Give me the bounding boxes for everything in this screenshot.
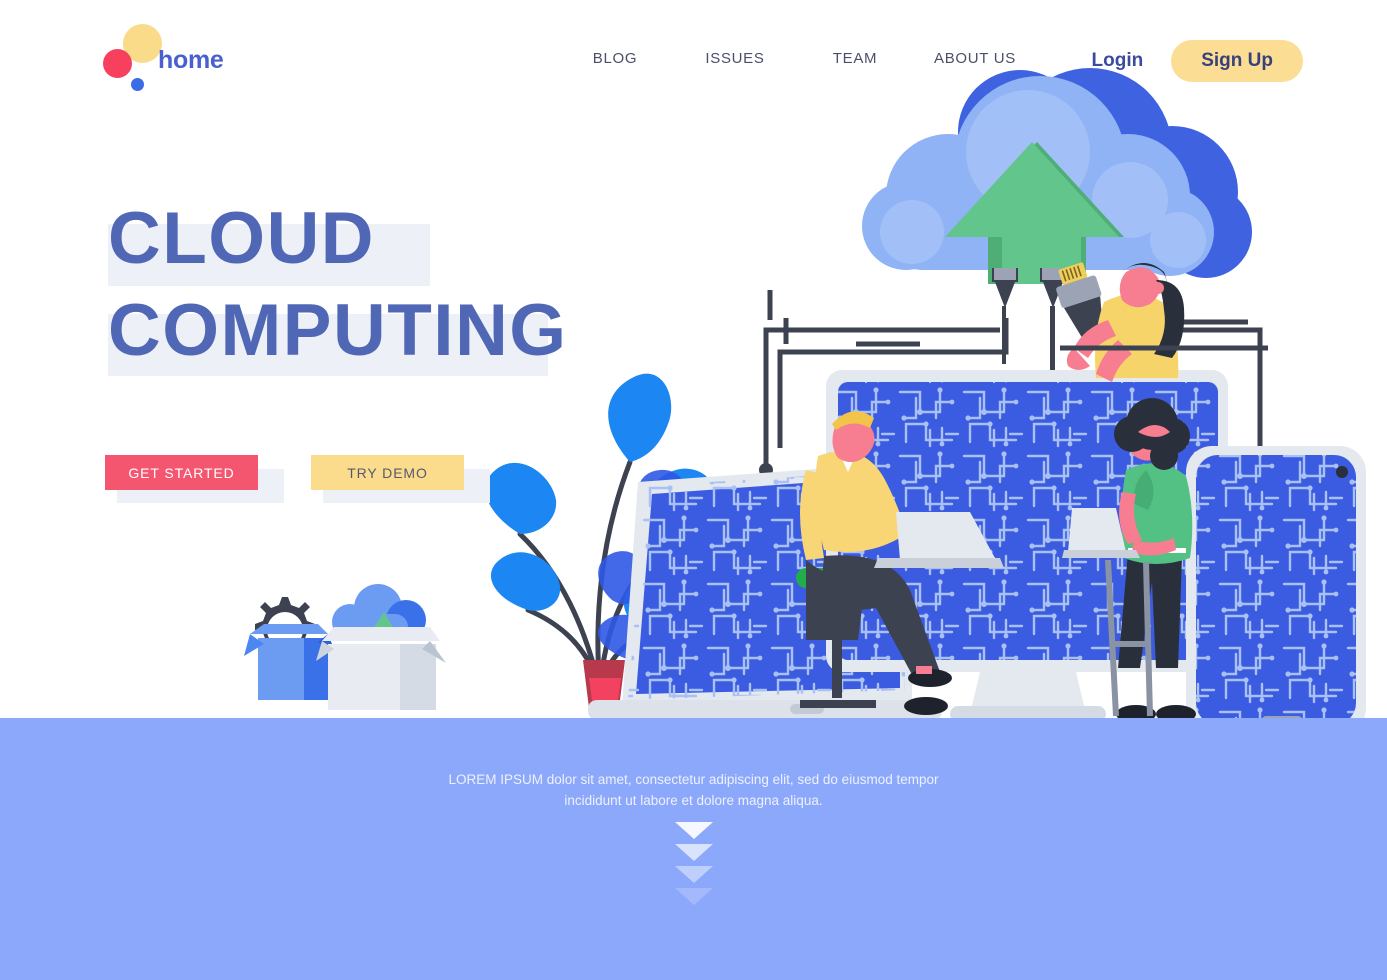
banner-description: LOREM IPSUM dolor sit amet, consectetur …: [448, 772, 939, 808]
nav-item-issues[interactable]: ISSUES: [675, 50, 795, 67]
nav-item-about-us[interactable]: ABOUT US: [915, 50, 1035, 67]
try-demo-button[interactable]: TRY DEMO: [311, 455, 464, 490]
chevron-down-icon-4: [674, 888, 713, 905]
headline-line-2: COMPUTING: [108, 294, 568, 386]
site-header: home BLOG ISSUES TEAM ABOUT US Login Sig…: [0, 0, 1387, 125]
logo-dot-blue-icon: [131, 78, 144, 91]
headline-line-1: CLOUD: [108, 202, 568, 294]
logo-text: home: [158, 46, 224, 74]
chevron-down-icon-3: [674, 866, 713, 883]
headline-word-computing: COMPUTING: [108, 290, 568, 371]
landing-page: home BLOG ISSUES TEAM ABOUT US Login Sig…: [0, 0, 1387, 980]
logo[interactable]: home: [55, 18, 275, 91]
auth-actions: Login Sign Up: [1092, 40, 1303, 82]
nav-item-team[interactable]: TEAM: [795, 50, 915, 67]
cardboard-box-with-cloud: [316, 584, 446, 710]
headline-word-cloud: CLOUD: [108, 198, 376, 279]
try-demo-wrapper: TRY DEMO: [311, 455, 490, 503]
login-link[interactable]: Login: [1092, 50, 1144, 72]
nav-item-blog[interactable]: BLOG: [555, 50, 675, 67]
scroll-down-indicator[interactable]: [674, 822, 713, 905]
hero-text-block: CLOUD COMPUTING: [108, 202, 568, 386]
smartphone-circuit-screen: [1186, 446, 1366, 734]
get-started-button[interactable]: GET STARTED: [105, 455, 258, 490]
chevron-down-icon-1: [674, 822, 713, 839]
main-navigation: BLOG ISSUES TEAM ABOUT US: [555, 50, 1035, 67]
get-started-wrapper: GET STARTED: [105, 455, 284, 503]
chevron-down-icon-2: [674, 844, 713, 861]
sign-up-button[interactable]: Sign Up: [1171, 40, 1303, 82]
logo-dot-red-icon: [103, 49, 132, 78]
bottom-banner: LOREM IPSUM dolor sit amet, consectetur …: [0, 718, 1387, 980]
